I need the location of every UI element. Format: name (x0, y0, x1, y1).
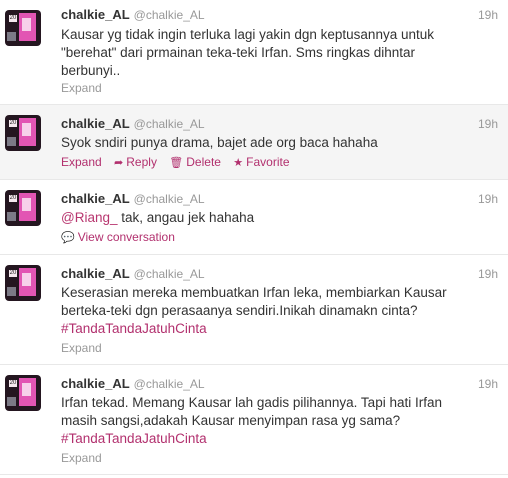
view-conversation-label: View conversation (77, 230, 175, 244)
tweet-time[interactable]: 19h (478, 116, 498, 132)
user-name[interactable]: chalkie_AL (61, 191, 130, 206)
tweet[interactable]: 20 chalkie_AL @chalkie_AL 19h Irfan tekad… (0, 365, 508, 475)
user-handle[interactable]: @chalkie_AL (134, 377, 205, 391)
user-handle[interactable]: @chalkie_AL (134, 117, 205, 131)
speech-bubble-icon: 💬 (61, 232, 75, 244)
tweet-text-line: masih sangsi,adakah Kausar menyimpan ras… (61, 413, 401, 428)
delete-button[interactable]: 🗑 Delete (169, 155, 221, 170)
avatar[interactable]: 20 (5, 375, 41, 411)
expand-link[interactable]: Expand (61, 81, 102, 95)
tweet-text: Irfan tekad. Memang Kausar lah gadis pil… (61, 394, 498, 448)
tweet-time[interactable]: 19h (478, 191, 498, 207)
avatar[interactable]: 20 (5, 190, 41, 226)
tweet-text: Syok sndiri punya drama, bajet ade org b… (61, 134, 498, 152)
mention-link[interactable]: @Riang_ (61, 210, 118, 225)
tweet-text: Keserasian mereka membuatkan Irfan leka,… (61, 284, 498, 338)
reply-button[interactable]: ➦ Reply (114, 155, 157, 170)
tweet-text: @Riang_ tak, angau jek hahaha (61, 209, 498, 227)
tweet-time[interactable]: 19h (478, 7, 498, 23)
tweet-text-rest: tak, angau jek hahaha (117, 210, 255, 225)
tweet-text-line: berbunyi.. (61, 63, 121, 78)
avatar-text: 20 (9, 15, 17, 22)
hashtag-link[interactable]: #TandaTandaJatuhCinta (61, 321, 207, 336)
user-name[interactable]: chalkie_AL (61, 266, 130, 281)
delete-label: Delete (186, 155, 221, 169)
tweet-text-line: berteka-teki dgn perasaanya sendiri.Inik… (61, 303, 418, 318)
expand-link[interactable]: Expand (61, 341, 102, 355)
hashtag-link[interactable]: #TandaTandaJatuhCinta (61, 431, 207, 446)
user-handle[interactable]: @chalkie_AL (134, 267, 205, 281)
tweet-text-line: Syok sndiri punya drama, bajet ade org b… (61, 135, 378, 150)
tweet-text: Kausar yg tidak ingin terluka lagi yakin… (61, 26, 498, 80)
avatar-text: 20 (9, 270, 17, 277)
tweet-text-line: "berehat" dari prmainan teka-teki Irfan.… (61, 45, 415, 60)
reply-label: Reply (126, 155, 157, 169)
tweet[interactable]: 20 chalkie_AL @chalkie_AL 19h Syok sndiri… (0, 105, 508, 180)
user-handle[interactable]: @chalkie_AL (134, 192, 205, 206)
user-handle[interactable]: @chalkie_AL (134, 8, 205, 22)
reply-icon: ➦ (114, 157, 124, 169)
expand-link[interactable]: Expand (61, 155, 102, 169)
avatar-text: 20 (9, 120, 17, 127)
tweet-text-line: Keserasian mereka membuatkan Irfan leka,… (61, 285, 447, 300)
avatar-text: 20 (9, 380, 17, 387)
tweet[interactable]: 20 chalkie_AL @chalkie_AL 19h @Riang_ tak… (0, 180, 508, 255)
avatar[interactable]: 20 (5, 115, 41, 151)
tweet[interactable]: 20 chalkie_AL @chalkie_AL 19h Kausar yg t… (0, 0, 508, 105)
trash-icon: 🗑 (169, 157, 184, 169)
favorite-button[interactable]: ★ Favorite (233, 155, 289, 170)
user-name[interactable]: chalkie_AL (61, 7, 130, 22)
user-name[interactable]: chalkie_AL (61, 376, 130, 391)
avatar[interactable]: 20 (5, 10, 41, 46)
user-name[interactable]: chalkie_AL (61, 116, 130, 131)
tweet-time[interactable]: 19h (478, 376, 498, 392)
favorite-label: Favorite (246, 155, 290, 169)
timeline: 20 chalkie_AL @chalkie_AL 19h Kausar yg t… (0, 0, 508, 475)
star-icon: ★ (233, 157, 244, 169)
tweet[interactable]: 20 chalkie_AL @chalkie_AL 19h Keserasian … (0, 255, 508, 365)
avatar[interactable]: 20 (5, 265, 41, 301)
expand-link[interactable]: Expand (61, 451, 102, 465)
tweet-time[interactable]: 19h (478, 266, 498, 282)
view-conversation-link[interactable]: 💬 View conversation (61, 230, 175, 245)
avatar-text: 20 (9, 195, 17, 202)
tweet-text-line: Irfan tekad. Memang Kausar lah gadis pil… (61, 395, 442, 410)
tweet-text-line: Kausar yg tidak ingin terluka lagi yakin… (61, 27, 434, 42)
